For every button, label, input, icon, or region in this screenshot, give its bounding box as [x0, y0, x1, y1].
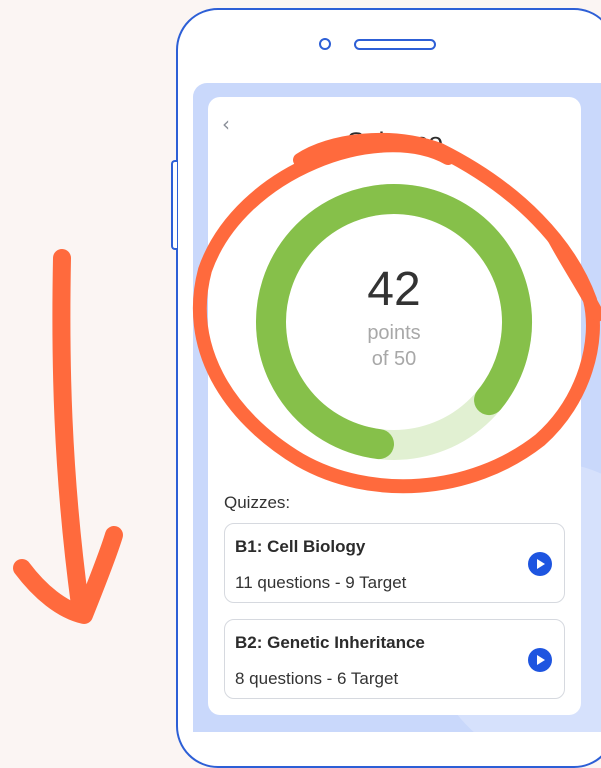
- quizzes-heading: Quizzes:: [224, 493, 291, 512]
- quiz-title: B1: Cell Biology: [235, 537, 366, 556]
- play-icon[interactable]: [528, 552, 552, 576]
- quiz-meta: 8 questions - 6 Target: [235, 669, 399, 688]
- score-unit: points: [367, 322, 421, 344]
- quiz-meta: 11 questions - 9 Target: [235, 573, 407, 592]
- score-value: 42: [367, 263, 421, 316]
- score-total: of 50: [371, 348, 417, 370]
- quiz-title: B2: Genetic Inheritance: [235, 633, 425, 652]
- quiz-card-genetic-inheritance[interactable]: B2: Genetic Inheritance 8 questions - 6 …: [224, 619, 565, 699]
- quiz-card-cell-biology[interactable]: B1: Cell Biology 11 questions - 9 Target: [224, 523, 565, 603]
- play-icon[interactable]: [528, 648, 552, 672]
